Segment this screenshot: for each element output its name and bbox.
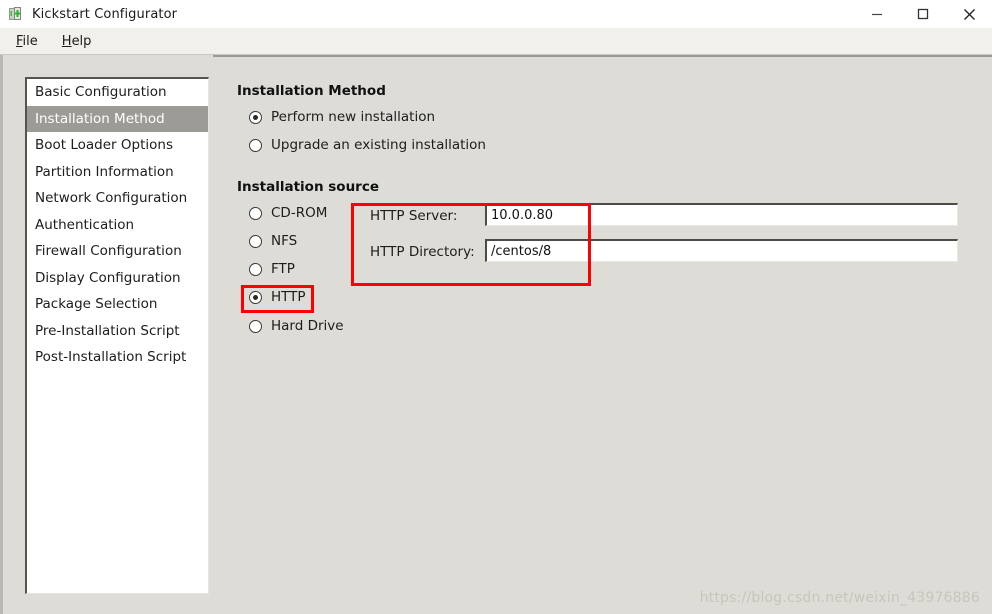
http-server-label: HTTP Server: <box>370 208 458 224</box>
kickstart-configurator-window: Kickstart Configurator File Help Basic C… <box>0 0 992 614</box>
menu-file-label-rest: ile <box>22 33 38 49</box>
window-controls <box>854 0 992 28</box>
menu-item-file[interactable]: File <box>10 32 48 51</box>
kickstart-icon <box>8 6 24 22</box>
menu-bar: File Help <box>0 28 992 55</box>
sidebar-item-firewall-configuration[interactable]: Firewall Configuration <box>27 238 208 265</box>
navigation-sidebar[interactable]: Basic Configuration Installation Method … <box>25 77 209 594</box>
watermark-text: https://blog.csdn.net/weixin_43976886 <box>699 590 980 606</box>
window-body: Basic Configuration Installation Method … <box>0 55 992 614</box>
installation-source-heading: Installation source <box>237 179 380 195</box>
radio-source-ftp[interactable]: FTP <box>249 261 295 277</box>
sidebar-item-post-installation-script[interactable]: Post-Installation Script <box>27 344 208 371</box>
radio-label: CD-ROM <box>271 205 328 221</box>
radio-button-icon[interactable] <box>249 206 262 220</box>
menu-item-help[interactable]: Help <box>56 32 102 51</box>
radio-button-icon[interactable] <box>249 262 262 276</box>
radio-label: FTP <box>271 261 295 277</box>
radio-source-nfs[interactable]: NFS <box>249 233 297 249</box>
sidebar-item-installation-method[interactable]: Installation Method <box>27 105 208 132</box>
radio-button-icon[interactable] <box>249 138 262 152</box>
sidebar-item-boot-loader-options[interactable]: Boot Loader Options <box>27 132 208 159</box>
radio-button-icon[interactable] <box>249 234 262 248</box>
radio-label: HTTP <box>271 289 306 305</box>
radio-source-cdrom[interactable]: CD-ROM <box>249 205 327 221</box>
http-directory-label: HTTP Directory: <box>370 244 475 260</box>
radio-source-http[interactable]: HTTP <box>249 289 306 305</box>
sidebar-item-pre-installation-script[interactable]: Pre-Installation Script <box>27 318 208 345</box>
radio-button-icon[interactable] <box>249 110 262 124</box>
sidebar-item-authentication[interactable]: Authentication <box>27 212 208 239</box>
radio-label: Upgrade an existing installation <box>271 137 486 153</box>
title-bar: Kickstart Configurator <box>0 0 992 28</box>
radio-button-icon[interactable] <box>249 319 262 333</box>
installation-method-heading: Installation Method <box>237 83 386 99</box>
radio-label: Perform new installation <box>271 109 436 125</box>
menu-help-label-rest: elp <box>71 33 92 49</box>
content-panel: Installation Method Perform new installa… <box>213 55 992 614</box>
minimize-icon[interactable] <box>854 0 900 28</box>
radio-source-hard-drive[interactable]: Hard Drive <box>249 318 344 334</box>
radio-perform-new-installation[interactable]: Perform new installation <box>249 109 435 125</box>
radio-upgrade-existing-installation[interactable]: Upgrade an existing installation <box>249 137 486 153</box>
http-server-input[interactable] <box>485 203 958 226</box>
window-title: Kickstart Configurator <box>32 6 178 22</box>
maximize-icon[interactable] <box>900 0 946 28</box>
close-icon[interactable] <box>946 0 992 28</box>
http-directory-input[interactable] <box>485 239 958 262</box>
sidebar-item-basic-configuration[interactable]: Basic Configuration <box>27 79 208 106</box>
sidebar-item-package-selection[interactable]: Package Selection <box>27 291 208 318</box>
sidebar-item-network-configuration[interactable]: Network Configuration <box>27 185 208 212</box>
radio-label: NFS <box>271 233 298 249</box>
radio-button-icon[interactable] <box>249 290 262 304</box>
radio-label: Hard Drive <box>271 318 344 334</box>
sidebar-item-partition-information[interactable]: Partition Information <box>27 159 208 186</box>
sidebar-item-display-configuration[interactable]: Display Configuration <box>27 265 208 292</box>
